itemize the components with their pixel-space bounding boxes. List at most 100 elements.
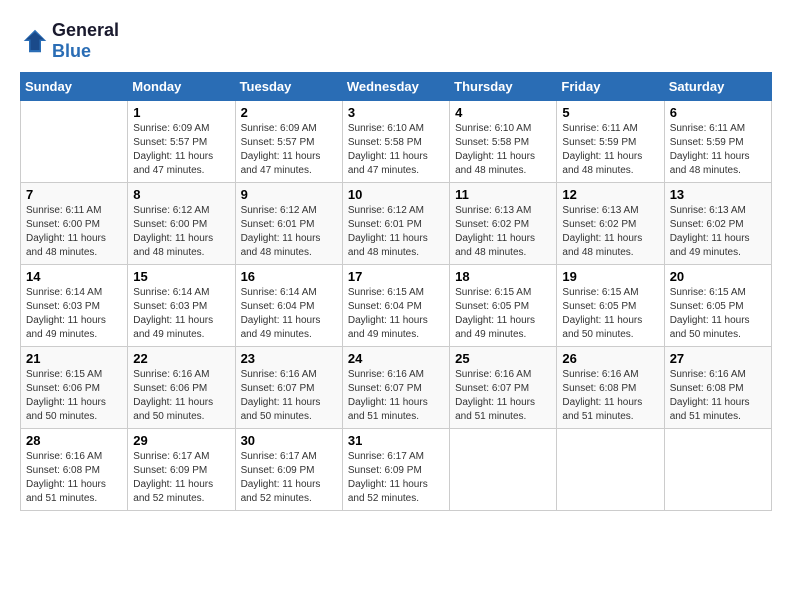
day-number: 31 xyxy=(348,433,444,448)
day-number: 18 xyxy=(455,269,551,284)
calendar-cell: 20Sunrise: 6:15 AM Sunset: 6:05 PM Dayli… xyxy=(664,265,771,347)
day-info: Sunrise: 6:11 AM Sunset: 5:59 PM Dayligh… xyxy=(670,122,766,178)
day-info: Sunrise: 6:17 AM Sunset: 6:09 PM Dayligh… xyxy=(241,450,337,506)
logo-general: General xyxy=(52,20,119,41)
calendar-week-3: 14 Sunrise: 6:14 AM Sunset: 6:03 PM Dayli… xyxy=(21,265,772,347)
calendar-cell: 25Sunrise: 6:16 AM Sunset: 6:07 PM Dayli… xyxy=(450,347,557,429)
calendar-cell: 21Sunrise: 6:15 AM Sunset: 6:06 PM Dayli… xyxy=(21,347,128,429)
calendar-cell xyxy=(664,429,771,511)
day-number: 28 xyxy=(26,433,122,448)
day-info: Sunrise: 6:12 AM Sunset: 6:00 PM Dayligh… xyxy=(133,204,229,260)
calendar-cell: 11 Sunrise: 6:13 AM Sunset: 6:02 PM Dayli… xyxy=(450,183,557,265)
day-number: 2 xyxy=(241,105,337,120)
calendar-cell: 12 Sunrise: 6:13 AM Sunset: 6:02 PM Dayli… xyxy=(557,183,664,265)
day-info: Sunrise: 6:10 AM Sunset: 5:58 PM Dayligh… xyxy=(455,122,551,178)
day-number: 20 xyxy=(670,269,766,284)
day-number: 27 xyxy=(670,351,766,366)
day-number: 24 xyxy=(348,351,444,366)
calendar-table: SundayMondayTuesdayWednesdayThursdayFrid… xyxy=(20,72,772,511)
calendar-week-4: 21Sunrise: 6:15 AM Sunset: 6:06 PM Dayli… xyxy=(21,347,772,429)
calendar-cell: 26 Sunrise: 6:16 AM Sunset: 6:08 PM Dayli… xyxy=(557,347,664,429)
calendar-cell: 2 Sunrise: 6:09 AM Sunset: 5:57 PM Daylig… xyxy=(235,101,342,183)
calendar-header-row: SundayMondayTuesdayWednesdayThursdayFrid… xyxy=(21,73,772,101)
day-number: 12 xyxy=(562,187,658,202)
logo-icon xyxy=(20,26,50,56)
day-info: Sunrise: 6:14 AM Sunset: 6:03 PM Dayligh… xyxy=(26,286,122,342)
day-number: 26 xyxy=(562,351,658,366)
day-number: 15 xyxy=(133,269,229,284)
day-number: 9 xyxy=(241,187,337,202)
calendar-week-1: 1 Sunrise: 6:09 AM Sunset: 5:57 PM Daylig… xyxy=(21,101,772,183)
day-number: 10 xyxy=(348,187,444,202)
calendar-cell: 1Sunrise: 6:09 AM Sunset: 5:57 PM Daylig… xyxy=(128,101,235,183)
day-number: 30 xyxy=(241,433,337,448)
day-number: 16 xyxy=(241,269,337,284)
day-number: 17 xyxy=(348,269,444,284)
day-number: 11 xyxy=(455,187,551,202)
day-number: 14 xyxy=(26,269,122,284)
header-tuesday: Tuesday xyxy=(235,73,342,101)
day-number: 3 xyxy=(348,105,444,120)
header-friday: Friday xyxy=(557,73,664,101)
day-number: 5 xyxy=(562,105,658,120)
day-info: Sunrise: 6:12 AM Sunset: 6:01 PM Dayligh… xyxy=(348,204,444,260)
day-info: Sunrise: 6:17 AM Sunset: 6:09 PM Dayligh… xyxy=(133,450,229,506)
day-info: Sunrise: 6:13 AM Sunset: 6:02 PM Dayligh… xyxy=(562,204,658,260)
calendar-cell: 27 Sunrise: 6:16 AM Sunset: 6:08 PM Dayli… xyxy=(664,347,771,429)
calendar-cell xyxy=(450,429,557,511)
calendar-cell: 19Sunrise: 6:15 AM Sunset: 6:05 PM Dayli… xyxy=(557,265,664,347)
day-info: Sunrise: 6:13 AM Sunset: 6:02 PM Dayligh… xyxy=(455,204,551,260)
calendar-cell: 23 Sunrise: 6:16 AM Sunset: 6:07 PM Dayli… xyxy=(235,347,342,429)
day-info: Sunrise: 6:16 AM Sunset: 6:06 PM Dayligh… xyxy=(133,368,229,424)
day-info: Sunrise: 6:17 AM Sunset: 6:09 PM Dayligh… xyxy=(348,450,444,506)
calendar-cell: 4 Sunrise: 6:10 AM Sunset: 5:58 PM Daylig… xyxy=(450,101,557,183)
day-info: Sunrise: 6:15 AM Sunset: 6:04 PM Dayligh… xyxy=(348,286,444,342)
calendar-cell: 15 Sunrise: 6:14 AM Sunset: 6:03 PM Dayli… xyxy=(128,265,235,347)
header-thursday: Thursday xyxy=(450,73,557,101)
calendar-cell: 8Sunrise: 6:12 AM Sunset: 6:00 PM Daylig… xyxy=(128,183,235,265)
calendar-cell: 31 Sunrise: 6:17 AM Sunset: 6:09 PM Dayli… xyxy=(342,429,449,511)
day-info: Sunrise: 6:10 AM Sunset: 5:58 PM Dayligh… xyxy=(348,122,444,178)
day-number: 7 xyxy=(26,187,122,202)
day-info: Sunrise: 6:14 AM Sunset: 6:03 PM Dayligh… xyxy=(133,286,229,342)
day-number: 19 xyxy=(562,269,658,284)
calendar-cell xyxy=(21,101,128,183)
calendar-cell: 24Sunrise: 6:16 AM Sunset: 6:07 PM Dayli… xyxy=(342,347,449,429)
day-info: Sunrise: 6:11 AM Sunset: 6:00 PM Dayligh… xyxy=(26,204,122,260)
day-info: Sunrise: 6:15 AM Sunset: 6:05 PM Dayligh… xyxy=(455,286,551,342)
calendar-cell: 10 Sunrise: 6:12 AM Sunset: 6:01 PM Dayli… xyxy=(342,183,449,265)
calendar-cell: 9Sunrise: 6:12 AM Sunset: 6:01 PM Daylig… xyxy=(235,183,342,265)
calendar-week-2: 7 Sunrise: 6:11 AM Sunset: 6:00 PM Daylig… xyxy=(21,183,772,265)
calendar-cell: 14 Sunrise: 6:14 AM Sunset: 6:03 PM Dayli… xyxy=(21,265,128,347)
calendar-cell: 7 Sunrise: 6:11 AM Sunset: 6:00 PM Daylig… xyxy=(21,183,128,265)
day-number: 4 xyxy=(455,105,551,120)
calendar-cell: 18 Sunrise: 6:15 AM Sunset: 6:05 PM Dayli… xyxy=(450,265,557,347)
day-number: 29 xyxy=(133,433,229,448)
day-info: Sunrise: 6:16 AM Sunset: 6:07 PM Dayligh… xyxy=(241,368,337,424)
day-info: Sunrise: 6:09 AM Sunset: 5:57 PM Dayligh… xyxy=(241,122,337,178)
calendar-cell: 13 Sunrise: 6:13 AM Sunset: 6:02 PM Dayli… xyxy=(664,183,771,265)
page-header: General Blue xyxy=(20,20,772,62)
logo: General Blue xyxy=(20,20,119,62)
day-info: Sunrise: 6:13 AM Sunset: 6:02 PM Dayligh… xyxy=(670,204,766,260)
calendar-week-5: 28Sunrise: 6:16 AM Sunset: 6:08 PM Dayli… xyxy=(21,429,772,511)
day-number: 1 xyxy=(133,105,229,120)
calendar-cell: 16 Sunrise: 6:14 AM Sunset: 6:04 PM Dayli… xyxy=(235,265,342,347)
logo-blue: Blue xyxy=(52,41,119,62)
day-info: Sunrise: 6:16 AM Sunset: 6:08 PM Dayligh… xyxy=(670,368,766,424)
header-sunday: Sunday xyxy=(21,73,128,101)
day-number: 6 xyxy=(670,105,766,120)
day-number: 23 xyxy=(241,351,337,366)
calendar-cell: 22Sunrise: 6:16 AM Sunset: 6:06 PM Dayli… xyxy=(128,347,235,429)
header-monday: Monday xyxy=(128,73,235,101)
day-info: Sunrise: 6:16 AM Sunset: 6:08 PM Dayligh… xyxy=(562,368,658,424)
day-number: 13 xyxy=(670,187,766,202)
day-info: Sunrise: 6:15 AM Sunset: 6:06 PM Dayligh… xyxy=(26,368,122,424)
day-info: Sunrise: 6:11 AM Sunset: 5:59 PM Dayligh… xyxy=(562,122,658,178)
day-info: Sunrise: 6:14 AM Sunset: 6:04 PM Dayligh… xyxy=(241,286,337,342)
calendar-cell: 6 Sunrise: 6:11 AM Sunset: 5:59 PM Daylig… xyxy=(664,101,771,183)
calendar-cell: 5 Sunrise: 6:11 AM Sunset: 5:59 PM Daylig… xyxy=(557,101,664,183)
header-saturday: Saturday xyxy=(664,73,771,101)
day-info: Sunrise: 6:16 AM Sunset: 6:07 PM Dayligh… xyxy=(455,368,551,424)
calendar-cell: 29 Sunrise: 6:17 AM Sunset: 6:09 PM Dayli… xyxy=(128,429,235,511)
